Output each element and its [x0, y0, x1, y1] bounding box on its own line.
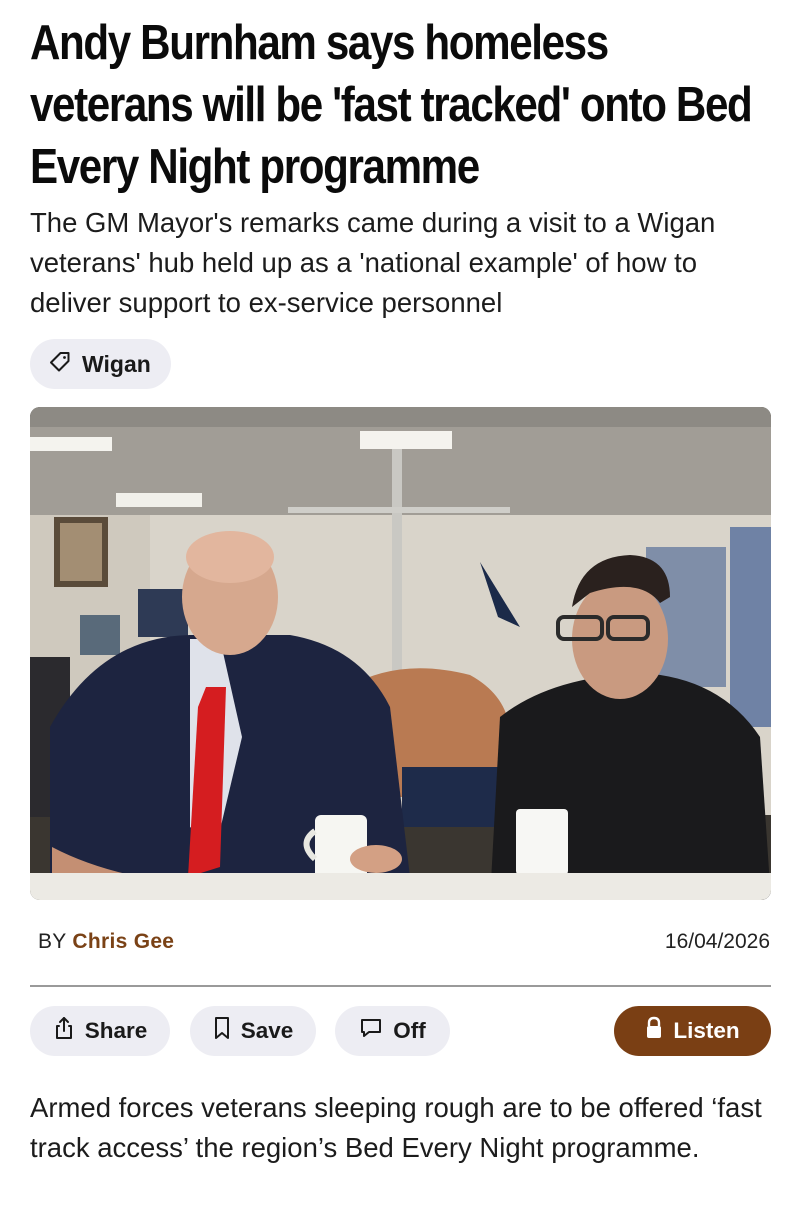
hero-photo[interactable] [30, 407, 771, 900]
save-button[interactable]: Save [190, 1006, 316, 1056]
publish-date: 16/04/2026 [664, 930, 770, 953]
hero-photo-illustration [30, 407, 771, 900]
comments-label: Off [393, 1018, 426, 1043]
byline-prefix: BY [38, 930, 67, 953]
lock-icon [645, 1016, 663, 1046]
share-icon [53, 1016, 75, 1046]
comments-toggle-button[interactable]: Off [335, 1006, 450, 1056]
listen-label: Listen [673, 1018, 740, 1043]
bookmark-icon [213, 1016, 231, 1046]
save-label: Save [240, 1018, 294, 1043]
listen-button[interactable]: Listen [614, 1006, 771, 1056]
author-link[interactable]: Chris Gee [72, 930, 174, 953]
comment-icon [359, 1016, 383, 1046]
byline: BY Chris Gee [38, 930, 174, 954]
topic-tag-wigan[interactable]: Wigan [30, 339, 171, 389]
divider [30, 985, 771, 987]
article-headline: Andy Burnham says homeless veterans will… [30, 16, 753, 194]
tag-label: Wigan [82, 350, 151, 377]
share-label: Share [84, 1018, 148, 1043]
article-page: Andy Burnham says homeless veterans will… [0, 0, 800, 1218]
share-button[interactable]: Share [30, 1006, 170, 1056]
tag-icon [48, 350, 72, 379]
article-body-paragraph: Armed forces veterans sleeping rough are… [30, 1092, 762, 1163]
article-standfirst: The GM Mayor's remarks came during a vis… [30, 207, 716, 318]
